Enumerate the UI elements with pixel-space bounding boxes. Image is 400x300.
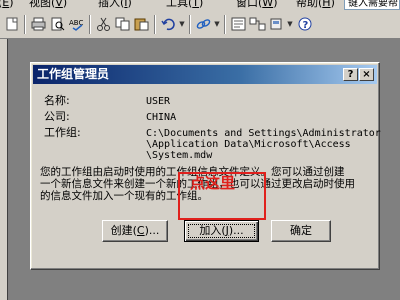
menu-window[interactable]: 窗口(W) <box>236 0 277 10</box>
close-button[interactable]: × <box>359 68 374 81</box>
link-icon[interactable] <box>195 16 212 32</box>
workspace-left-edge <box>0 39 8 300</box>
workgroup-path-line-3: \System.mdw <box>146 150 213 161</box>
toolbar: ABC ▼ ▼ ▼ ? <box>0 11 400 39</box>
menu-tools[interactable]: 工具(T) <box>166 0 203 10</box>
properties-icon[interactable] <box>230 16 247 32</box>
new-object-dropdown-icon[interactable]: ▼ <box>286 16 294 32</box>
new-icon[interactable] <box>4 16 21 32</box>
dialog-titlebar[interactable]: 工作组管理员 ? × <box>33 65 377 84</box>
relationships-icon[interactable] <box>249 16 266 32</box>
help-question-button[interactable]: ? <box>343 68 358 81</box>
menu-view[interactable]: 视图(V) <box>29 0 67 10</box>
toolbar-separator <box>224 15 226 34</box>
toolbar-separator <box>89 15 91 34</box>
annotation-text: 点这里 <box>190 174 236 192</box>
dialog-title: 工作组管理员 <box>37 67 110 81</box>
menu-insert[interactable]: 插入(I) <box>98 0 132 10</box>
workgroup-path-line-1: C:\Documents and Settings\Administrator <box>146 128 381 139</box>
paste-icon[interactable] <box>133 16 150 32</box>
workgroup-administrator-dialog: 工作组管理员 ? × 名称: USER 公司: CHINA 工作组: C:\Do… <box>30 62 381 270</box>
name-label: 名称: <box>44 94 70 107</box>
company-value: CHINA <box>146 112 177 123</box>
menu-bar: (E) 视图(V) 插入(I) 工具(T) 窗口(W) 帮助(H) 键入需要帮 <box>0 0 400 11</box>
toolbar-separator <box>24 15 26 34</box>
workgroup-label: 工作组: <box>44 126 81 139</box>
help-icon[interactable]: ? <box>297 16 314 32</box>
menu-help[interactable]: 帮助(H) <box>296 0 335 10</box>
undo-icon[interactable] <box>160 16 177 32</box>
create-button[interactable]: 创建(C)... <box>102 220 168 242</box>
spell-check-icon[interactable]: ABC <box>68 16 85 32</box>
join-button[interactable]: 加入(J)... <box>184 220 259 242</box>
help-search-input[interactable]: 键入需要帮 <box>344 0 400 10</box>
link-dropdown-icon[interactable]: ▼ <box>213 16 221 32</box>
cut-icon[interactable] <box>95 16 112 32</box>
new-object-icon[interactable] <box>268 16 285 32</box>
print-preview-icon[interactable] <box>49 16 66 32</box>
company-label: 公司: <box>44 110 70 123</box>
workgroup-path-line-2: \Application Data\Microsoft\Access <box>146 139 351 150</box>
ok-button[interactable]: 确定 <box>271 220 331 242</box>
name-value: USER <box>146 96 171 107</box>
copy-icon[interactable] <box>114 16 131 32</box>
toolbar-separator <box>154 15 156 34</box>
svg-text:?: ? <box>303 20 309 31</box>
menu-edit[interactable]: (E) <box>0 0 14 10</box>
undo-dropdown-icon[interactable]: ▼ <box>178 16 186 32</box>
print-icon[interactable] <box>30 16 47 32</box>
toolbar-separator <box>189 15 191 34</box>
